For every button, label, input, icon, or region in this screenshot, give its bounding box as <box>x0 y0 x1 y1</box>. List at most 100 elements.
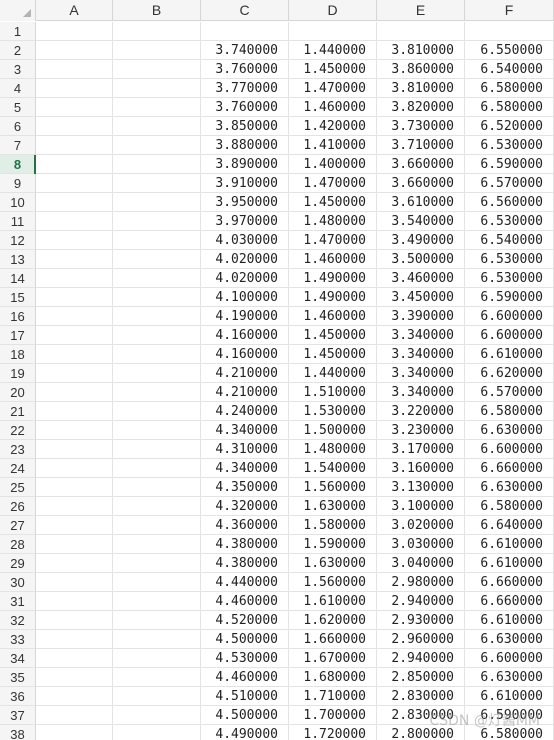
cell-c[interactable]: 4.380000 <box>201 535 289 554</box>
cell-e[interactable]: 3.810000 <box>377 41 465 60</box>
cell-e[interactable]: 3.220000 <box>377 402 465 421</box>
cell-d[interactable]: 1.490000 <box>289 269 377 288</box>
cell-e[interactable]: 3.340000 <box>377 326 465 345</box>
cell-b[interactable] <box>113 725 201 740</box>
cell-a[interactable] <box>36 269 113 288</box>
cell-a[interactable] <box>36 611 113 630</box>
cell-b[interactable] <box>113 611 201 630</box>
cell-b[interactable] <box>113 212 201 231</box>
row-header[interactable]: 25 <box>0 478 36 497</box>
cell-d[interactable]: 1.560000 <box>289 478 377 497</box>
cell-c[interactable]: 3.910000 <box>201 174 289 193</box>
row-header[interactable]: 2 <box>0 41 36 60</box>
cell-d[interactable]: 1.450000 <box>289 326 377 345</box>
cell-d[interactable]: 1.480000 <box>289 440 377 459</box>
cell-f[interactable]: 6.520000 <box>465 117 554 136</box>
cell-c[interactable]: 4.320000 <box>201 497 289 516</box>
select-all-button[interactable] <box>0 0 36 21</box>
cell-e[interactable]: 2.930000 <box>377 611 465 630</box>
cell-d[interactable]: 1.710000 <box>289 687 377 706</box>
row-header[interactable]: 11 <box>0 212 36 231</box>
cell-b[interactable] <box>113 497 201 516</box>
cell-a[interactable] <box>36 383 113 402</box>
cell-d[interactable]: 1.580000 <box>289 516 377 535</box>
cell-c[interactable]: 3.970000 <box>201 212 289 231</box>
cell-e[interactable]: 2.980000 <box>377 573 465 592</box>
row-header[interactable]: 26 <box>0 497 36 516</box>
column-header-f[interactable]: F <box>465 0 554 21</box>
cell-c[interactable]: 4.340000 <box>201 459 289 478</box>
row-header[interactable]: 3 <box>0 60 36 79</box>
cell-d[interactable]: 1.510000 <box>289 383 377 402</box>
cell-b[interactable] <box>113 79 201 98</box>
cell-c[interactable]: 4.160000 <box>201 326 289 345</box>
row-header[interactable]: 35 <box>0 668 36 687</box>
cell-a[interactable] <box>36 326 113 345</box>
row-header[interactable]: 22 <box>0 421 36 440</box>
cell-c[interactable]: 4.160000 <box>201 345 289 364</box>
cell-e[interactable]: 3.610000 <box>377 193 465 212</box>
cell-e[interactable] <box>377 22 465 41</box>
cell-d[interactable]: 1.720000 <box>289 725 377 740</box>
cell-f[interactable]: 6.530000 <box>465 250 554 269</box>
cell-d[interactable]: 1.500000 <box>289 421 377 440</box>
cell-f[interactable]: 6.570000 <box>465 174 554 193</box>
row-header[interactable]: 5 <box>0 98 36 117</box>
cell-a[interactable] <box>36 592 113 611</box>
cell-c[interactable]: 4.100000 <box>201 288 289 307</box>
cell-f[interactable]: 6.590000 <box>465 706 554 725</box>
cell-c[interactable]: 4.460000 <box>201 668 289 687</box>
cell-a[interactable] <box>36 98 113 117</box>
cell-a[interactable] <box>36 212 113 231</box>
cell-f[interactable]: 6.540000 <box>465 231 554 250</box>
row-header[interactable]: 20 <box>0 383 36 402</box>
cell-f[interactable]: 6.580000 <box>465 725 554 740</box>
cell-a[interactable] <box>36 22 113 41</box>
cell-f[interactable]: 6.610000 <box>465 554 554 573</box>
row-header[interactable]: 27 <box>0 516 36 535</box>
cell-a[interactable] <box>36 79 113 98</box>
cell-a[interactable] <box>36 687 113 706</box>
cell-d[interactable] <box>289 22 377 41</box>
cell-a[interactable] <box>36 402 113 421</box>
cell-c[interactable]: 4.530000 <box>201 649 289 668</box>
row-header[interactable]: 6 <box>0 117 36 136</box>
cell-d[interactable]: 1.450000 <box>289 60 377 79</box>
cell-d[interactable]: 1.450000 <box>289 345 377 364</box>
cell-d[interactable]: 1.630000 <box>289 554 377 573</box>
cell-b[interactable] <box>113 535 201 554</box>
cell-b[interactable] <box>113 649 201 668</box>
cell-c[interactable]: 4.510000 <box>201 687 289 706</box>
cell-b[interactable] <box>113 402 201 421</box>
cell-e[interactable]: 3.710000 <box>377 136 465 155</box>
cell-d[interactable]: 1.400000 <box>289 155 377 174</box>
cell-f[interactable]: 6.630000 <box>465 478 554 497</box>
row-header[interactable]: 36 <box>0 687 36 706</box>
row-header[interactable]: 29 <box>0 554 36 573</box>
cell-b[interactable] <box>113 554 201 573</box>
cell-b[interactable] <box>113 459 201 478</box>
row-header[interactable]: 28 <box>0 535 36 554</box>
cell-f[interactable]: 6.610000 <box>465 345 554 364</box>
cell-a[interactable] <box>36 573 113 592</box>
cell-d[interactable]: 1.480000 <box>289 212 377 231</box>
cell-e[interactable]: 3.340000 <box>377 383 465 402</box>
cell-a[interactable] <box>36 459 113 478</box>
cell-f[interactable]: 6.610000 <box>465 535 554 554</box>
cell-c[interactable]: 3.760000 <box>201 60 289 79</box>
column-header-a[interactable]: A <box>36 0 113 21</box>
cell-a[interactable] <box>36 231 113 250</box>
cell-e[interactable]: 3.820000 <box>377 98 465 117</box>
cell-a[interactable] <box>36 307 113 326</box>
cell-b[interactable] <box>113 573 201 592</box>
cell-e[interactable]: 3.030000 <box>377 535 465 554</box>
cell-a[interactable] <box>36 478 113 497</box>
cell-d[interactable]: 1.440000 <box>289 41 377 60</box>
row-header[interactable]: 17 <box>0 326 36 345</box>
cell-c[interactable]: 4.520000 <box>201 611 289 630</box>
column-header-d[interactable]: D <box>289 0 377 21</box>
cell-c[interactable]: 4.210000 <box>201 383 289 402</box>
cell-c[interactable]: 3.850000 <box>201 117 289 136</box>
cell-a[interactable] <box>36 706 113 725</box>
row-header[interactable]: 38 <box>0 725 36 740</box>
